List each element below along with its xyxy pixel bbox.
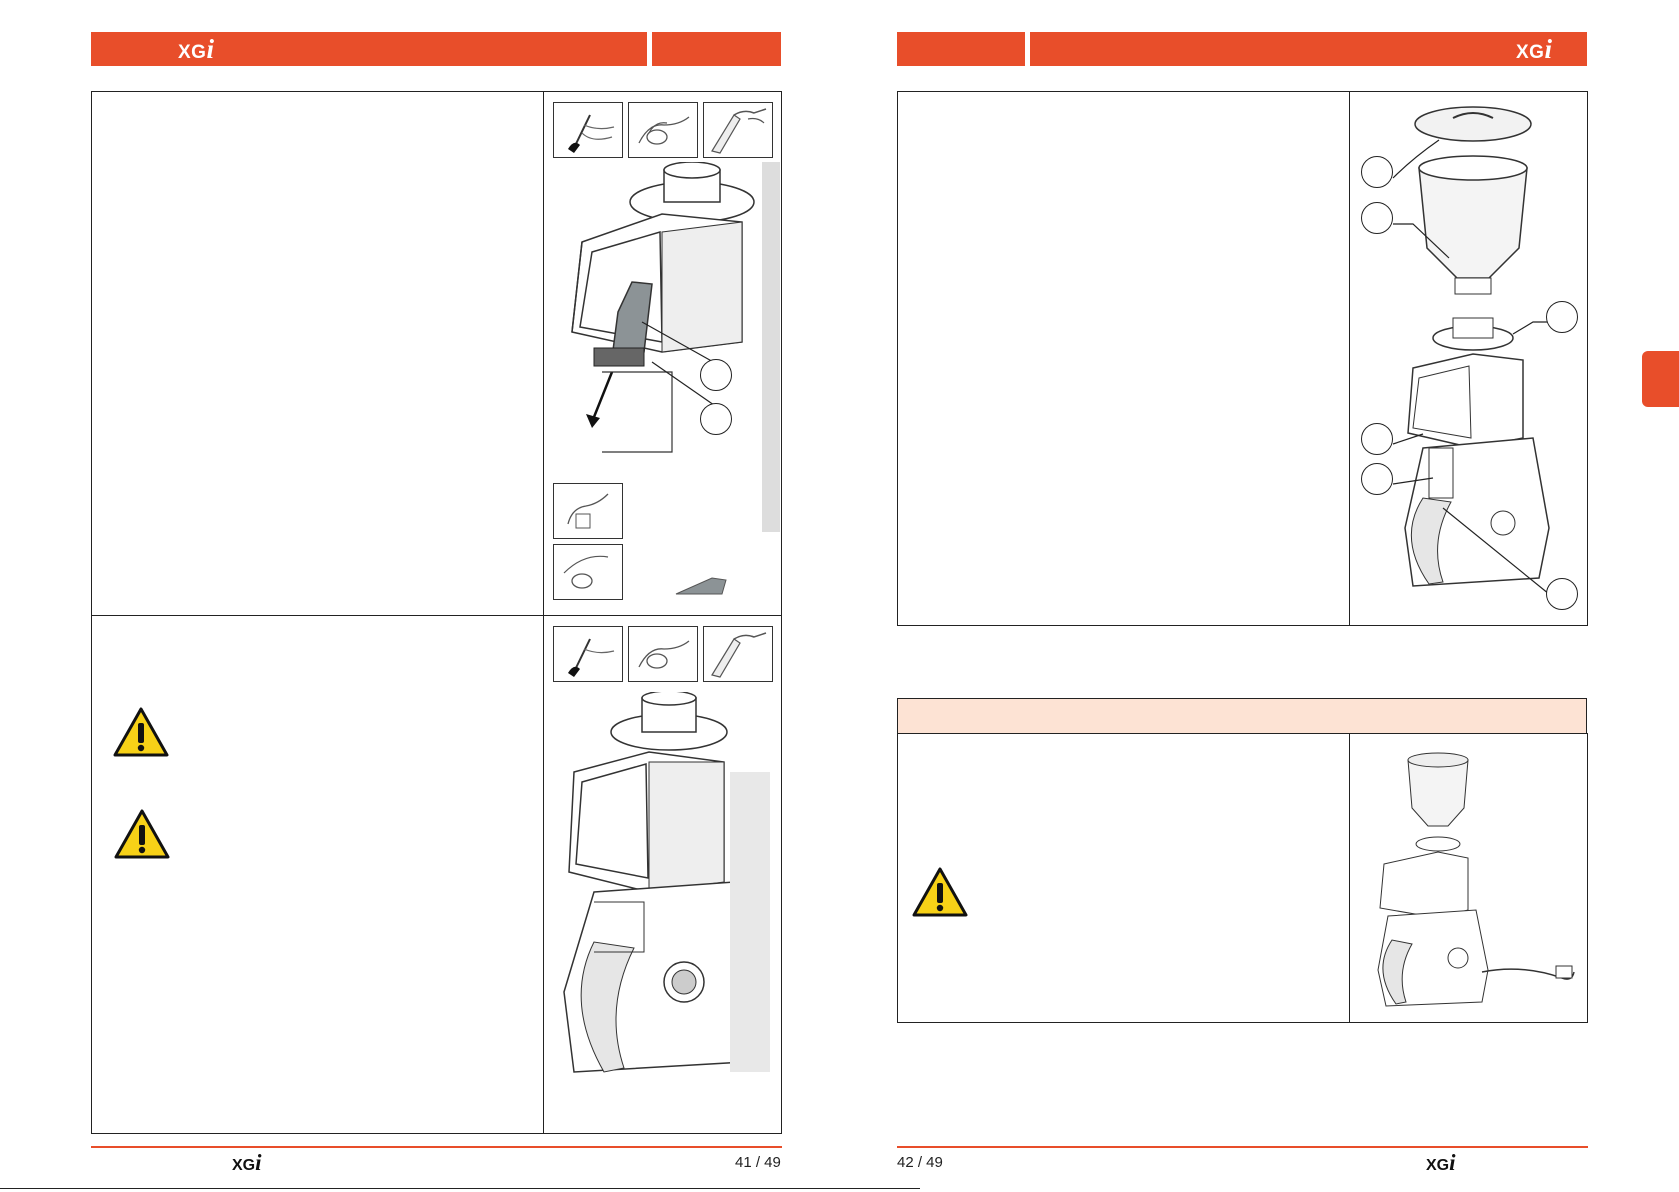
callout-e bbox=[1361, 463, 1393, 495]
callout-c bbox=[1546, 301, 1578, 333]
spread-bottom-line bbox=[0, 1188, 920, 1189]
warning-triangle-icon-3 bbox=[911, 866, 969, 918]
footer-line-right bbox=[897, 1146, 1588, 1148]
header-logo-right: XGi bbox=[1516, 34, 1552, 65]
spout-part-illustration bbox=[672, 572, 732, 600]
header-logo-left: XGi bbox=[178, 34, 214, 65]
page-number-left: 41 / 49 bbox=[735, 1154, 781, 1171]
left-content-frame bbox=[91, 91, 782, 1134]
footer-logo-letters: XG bbox=[232, 1157, 256, 1174]
callout-1 bbox=[700, 359, 732, 391]
warning-triangle-icon bbox=[112, 706, 170, 758]
right-bottom-frame bbox=[897, 733, 1588, 1023]
page-number-right: 42 / 49 bbox=[897, 1154, 943, 1171]
footer-logo-italic-right: i bbox=[1449, 1150, 1456, 1175]
footer-line-left bbox=[91, 1146, 782, 1148]
vacuum-nozzle-icon-2 bbox=[703, 626, 773, 682]
brush-icon bbox=[553, 102, 623, 158]
glove-holding-icon bbox=[553, 544, 623, 600]
glove-icon bbox=[628, 102, 698, 158]
vacuum-nozzle-icon bbox=[703, 102, 773, 158]
logo-letters-right: XG bbox=[1516, 42, 1545, 63]
glove-icon-2 bbox=[628, 626, 698, 682]
callout-b bbox=[1361, 202, 1393, 234]
grinder-machine-illustration bbox=[554, 692, 774, 1092]
section-header-band bbox=[897, 698, 1587, 734]
glove-hand-icon bbox=[553, 483, 623, 539]
logo-letters: XG bbox=[178, 42, 207, 63]
callout-f bbox=[1546, 578, 1578, 610]
grinder-with-cable-illustration bbox=[1358, 740, 1584, 1016]
right-top-frame bbox=[897, 91, 1588, 626]
header-bar-right-start bbox=[897, 32, 1025, 66]
logo-italic: i bbox=[206, 34, 214, 64]
header-bar-left-end bbox=[652, 32, 781, 66]
footer-logo-letters-right: XG bbox=[1426, 1157, 1450, 1174]
callout-a bbox=[1361, 156, 1393, 188]
side-tab bbox=[1642, 351, 1679, 407]
footer-logo-left: XGi bbox=[232, 1150, 262, 1176]
brush-icon-2 bbox=[553, 626, 623, 682]
header-bar-left bbox=[91, 32, 647, 66]
footer-logo-italic: i bbox=[255, 1150, 262, 1175]
footer-logo-right: XGi bbox=[1426, 1150, 1456, 1176]
callout-2 bbox=[700, 403, 732, 435]
header-bar-right bbox=[1030, 32, 1587, 66]
callout-d bbox=[1361, 423, 1393, 455]
logo-italic-right: i bbox=[1544, 34, 1552, 64]
warning-triangle-icon-2 bbox=[113, 808, 171, 860]
